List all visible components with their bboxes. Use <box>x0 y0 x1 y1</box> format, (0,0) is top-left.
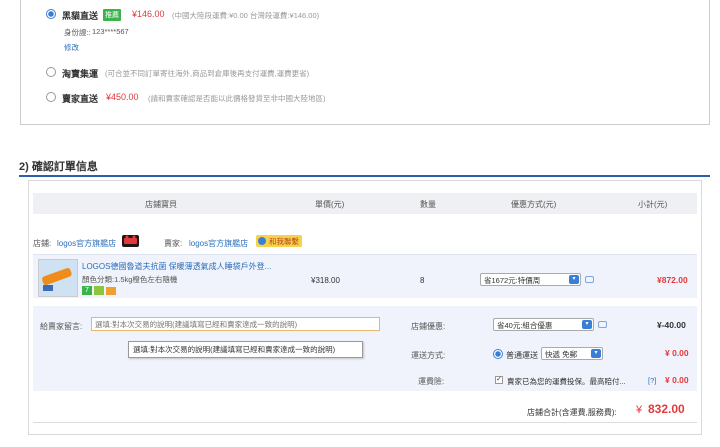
discount-info-icon[interactable] <box>585 276 594 283</box>
section-title: 2) 確認訂單信息 <box>19 161 98 173</box>
delivery-name: 普通運送 <box>506 351 538 360</box>
shop-discount-select[interactable]: 省40元:組合優惠 ▾ <box>493 318 594 331</box>
header-items: 店鋪寶貝 <box>145 200 177 209</box>
header-discount: 優惠方式(元) <box>511 200 557 209</box>
shop-discount-value: ¥-40.00 <box>657 320 686 330</box>
shop-total-currency: ¥ <box>636 404 643 416</box>
insurance-help-link[interactable]: [?] <box>648 376 656 385</box>
shop-label: 店鋪: <box>33 239 52 248</box>
chevron-down-icon: ▾ <box>569 275 579 284</box>
shop-discount-selected: 省40元:組合優惠 <box>497 321 553 330</box>
shop-discount-label: 店鋪優惠: <box>411 322 446 331</box>
chevron-down-icon: ▾ <box>582 320 592 329</box>
insurance-checkbox[interactable]: ✓ <box>495 376 503 384</box>
edit-id-link[interactable]: 修改 <box>64 42 79 53</box>
insurance-text: 賣家已為您的運費投保。最高賠付... <box>507 377 626 386</box>
shipping-option-3-note: (請和賣家確認是否能以此價格發貨至非中國大陸地區) <box>148 94 326 103</box>
item-discount-value: 省1672元:特價周 <box>484 276 541 285</box>
insurance-value: ¥ 0.00 <box>665 375 689 385</box>
message-tooltip: 選填:對本次交易的說明(建議填寫已經和賣家達成一致的說明) <box>128 341 363 358</box>
guarantee-icon <box>94 286 104 295</box>
shipping-option-1-radio[interactable] <box>46 9 56 19</box>
id-value: 123****567 <box>92 27 129 36</box>
shop-discount-info-icon[interactable] <box>598 321 607 328</box>
total-divider <box>33 422 697 423</box>
header-unit-price: 單價(元) <box>315 200 345 209</box>
insurance-label: 運費險: <box>418 377 445 386</box>
shipping-option-1-note: (中國大陸段運費:¥0.00 台灣段運費:¥146.00) <box>172 11 320 20</box>
delivery-selected: 快遞 免郵 <box>545 350 578 359</box>
header-quantity: 數量 <box>420 200 436 209</box>
shipping-option-3-name: 賣家直送 <box>62 94 99 104</box>
recommended-badge: 推薦 <box>103 9 121 21</box>
shipping-options-panel <box>20 0 710 125</box>
section-divider <box>19 175 710 177</box>
invoice-icon <box>106 287 116 295</box>
item-subtotal: ¥872.00 <box>657 275 688 285</box>
seller-label: 賣家: <box>164 239 183 248</box>
header-subtotal: 小計(元) <box>638 200 668 209</box>
product-title-link[interactable]: LOGOS德國魯道夫抗菌 保暖薄透氣成人睡袋戶外登... <box>82 261 271 272</box>
product-spec: 顏色分類:1.5kg橙色左右隨機 <box>82 275 178 284</box>
contact-seller-label: 和我聯繫 <box>269 237 299 246</box>
item-discount-select[interactable]: 省1672元:特價周 ▾ <box>480 273 581 286</box>
delivery-label: 運送方式: <box>411 351 446 360</box>
shop-total-value: 832.00 <box>648 402 685 416</box>
message-label: 給賣家留言: <box>40 322 83 331</box>
shipping-option-1-price: ¥146.00 <box>132 9 165 19</box>
order-table-header: 店鋪寶貝 單價(元) 數量 優惠方式(元) 小計(元) <box>33 193 697 214</box>
unit-price: ¥318.00 <box>311 276 340 285</box>
shop-total-label: 店鋪合計(含運費,服務費): <box>527 408 617 417</box>
contact-seller-button[interactable]: 和我聯繫 <box>256 235 302 247</box>
shipping-option-2-radio[interactable] <box>46 67 56 77</box>
shipping-option-3-price: ¥450.00 <box>106 92 139 102</box>
id-label: 身份證:: <box>64 28 91 37</box>
shipping-option-1-name: 黑貓直送 <box>62 11 99 21</box>
shipping-option-2-name: 淘寶集運 <box>62 69 99 79</box>
chevron-down-icon: ▾ <box>591 349 601 358</box>
shipping-option-2-note: (可合並不同訂單寄往海外,商品到倉庫後再支付運費,運費更省) <box>105 69 310 78</box>
message-to-seller-input[interactable] <box>91 317 380 331</box>
seven-day-return-icon: 7 <box>82 286 92 295</box>
delivery-radio[interactable] <box>493 349 503 359</box>
tmall-icon <box>122 235 139 247</box>
shop-name-link[interactable]: logos官方旗艦店 <box>57 238 116 249</box>
delivery-select[interactable]: 快遞 免郵 ▾ <box>541 347 603 360</box>
quantity: 8 <box>420 276 425 285</box>
product-thumbnail[interactable] <box>38 259 78 297</box>
shipping-option-3-radio[interactable] <box>46 92 56 102</box>
delivery-value: ¥ 0.00 <box>665 348 689 358</box>
seller-name-link[interactable]: logos官方旗艦店 <box>189 238 248 249</box>
chat-icon <box>258 237 266 245</box>
